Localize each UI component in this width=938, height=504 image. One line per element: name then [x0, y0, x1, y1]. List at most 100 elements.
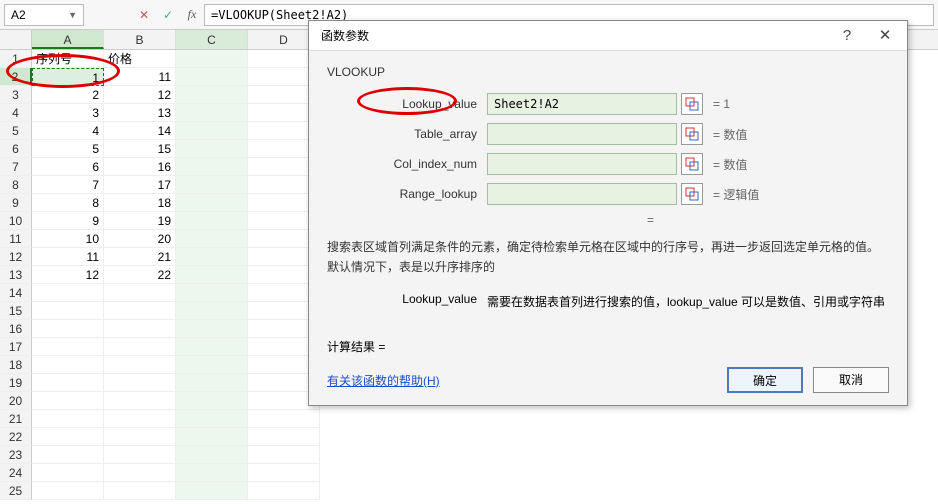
cell[interactable]: 2	[32, 86, 104, 104]
cell[interactable]	[176, 338, 248, 356]
accept-formula-icon[interactable]: ✓	[156, 8, 180, 22]
cell[interactable]: 8	[32, 194, 104, 212]
row-header[interactable]: 17	[0, 338, 32, 356]
cell[interactable]	[176, 50, 248, 68]
row-header[interactable]: 9	[0, 194, 32, 212]
arg-input-col-index[interactable]	[487, 153, 677, 175]
cell[interactable]	[32, 392, 104, 410]
row-header[interactable]: 1	[0, 50, 32, 68]
dialog-titlebar[interactable]: 函数参数 ? ✕	[309, 21, 907, 51]
cell[interactable]	[248, 410, 320, 428]
cell[interactable]	[32, 464, 104, 482]
row-header[interactable]: 20	[0, 392, 32, 410]
arg-input-range-lookup[interactable]	[487, 183, 677, 205]
ref-edit-icon[interactable]	[681, 153, 703, 175]
row-header[interactable]: 23	[0, 446, 32, 464]
row-header[interactable]: 4	[0, 104, 32, 122]
cell[interactable]	[176, 248, 248, 266]
cancel-button[interactable]: 取消	[813, 367, 889, 393]
cell[interactable]: 价格	[104, 50, 176, 68]
ref-edit-icon[interactable]	[681, 183, 703, 205]
cell[interactable]: 15	[104, 140, 176, 158]
cell[interactable]	[32, 302, 104, 320]
cell[interactable]	[248, 464, 320, 482]
cell[interactable]	[176, 104, 248, 122]
arg-input-table-array[interactable]	[487, 123, 677, 145]
cell[interactable]	[32, 428, 104, 446]
cell[interactable]	[248, 428, 320, 446]
cell[interactable]	[32, 410, 104, 428]
cell[interactable]	[176, 68, 248, 86]
row-header[interactable]: 12	[0, 248, 32, 266]
row-header[interactable]: 22	[0, 428, 32, 446]
cell[interactable]	[176, 194, 248, 212]
cell[interactable]	[176, 320, 248, 338]
row-header[interactable]: 6	[0, 140, 32, 158]
cell[interactable]	[32, 338, 104, 356]
row-header[interactable]: 13	[0, 266, 32, 284]
cell[interactable]: 10	[32, 230, 104, 248]
cell[interactable]: 14	[104, 122, 176, 140]
row-header[interactable]: 16	[0, 320, 32, 338]
col-header-a[interactable]: A	[32, 30, 104, 49]
cell[interactable]	[104, 392, 176, 410]
cell[interactable]	[176, 392, 248, 410]
row-header[interactable]: 24	[0, 464, 32, 482]
row-header[interactable]: 11	[0, 230, 32, 248]
cell[interactable]	[176, 140, 248, 158]
cell[interactable]	[104, 302, 176, 320]
cell[interactable]: 序列号	[32, 50, 104, 68]
arg-input-lookup-value[interactable]: Sheet2!A2	[487, 93, 677, 115]
cell[interactable]	[176, 122, 248, 140]
cell[interactable]: 9	[32, 212, 104, 230]
cell[interactable]	[176, 482, 248, 500]
cell[interactable]	[104, 410, 176, 428]
cell[interactable]	[176, 158, 248, 176]
cell[interactable]	[248, 482, 320, 500]
cell[interactable]	[104, 320, 176, 338]
cell[interactable]	[176, 464, 248, 482]
cancel-formula-icon[interactable]: ✕	[132, 8, 156, 22]
cell[interactable]: 21	[104, 248, 176, 266]
cell[interactable]	[176, 428, 248, 446]
col-header-c[interactable]: C	[176, 30, 248, 49]
cell[interactable]	[176, 374, 248, 392]
cell[interactable]	[32, 356, 104, 374]
cell[interactable]	[176, 230, 248, 248]
cell[interactable]	[32, 482, 104, 500]
cell[interactable]	[176, 356, 248, 374]
row-header[interactable]: 8	[0, 176, 32, 194]
select-all-corner[interactable]	[0, 30, 32, 49]
cell[interactable]	[104, 356, 176, 374]
col-header-b[interactable]: B	[104, 30, 176, 49]
cell[interactable]	[32, 446, 104, 464]
cell[interactable]: 11	[104, 68, 176, 86]
cell[interactable]	[176, 410, 248, 428]
cell[interactable]: 7	[32, 176, 104, 194]
cell[interactable]	[176, 176, 248, 194]
cell[interactable]: 6	[32, 158, 104, 176]
cell[interactable]	[104, 338, 176, 356]
row-header[interactable]: 15	[0, 302, 32, 320]
chevron-down-icon[interactable]: ▼	[68, 10, 77, 20]
cell[interactable]	[176, 266, 248, 284]
help-link[interactable]: 有关该函数的帮助(H)	[327, 372, 440, 389]
cell[interactable]: 5	[32, 140, 104, 158]
row-header[interactable]: 5	[0, 122, 32, 140]
cell[interactable]	[176, 446, 248, 464]
cell[interactable]	[32, 374, 104, 392]
cell[interactable]: 18	[104, 194, 176, 212]
ref-edit-icon[interactable]	[681, 93, 703, 115]
cell[interactable]: 12	[104, 86, 176, 104]
cell[interactable]	[32, 320, 104, 338]
cell[interactable]: 11	[32, 248, 104, 266]
cell[interactable]	[104, 446, 176, 464]
ok-button[interactable]: 确定	[727, 367, 803, 393]
cell[interactable]: 3	[32, 104, 104, 122]
row-header[interactable]: 21	[0, 410, 32, 428]
help-icon[interactable]: ?	[831, 25, 863, 47]
cell[interactable]: 4	[32, 122, 104, 140]
cell[interactable]: 20	[104, 230, 176, 248]
cell[interactable]	[104, 374, 176, 392]
cell[interactable]	[176, 284, 248, 302]
